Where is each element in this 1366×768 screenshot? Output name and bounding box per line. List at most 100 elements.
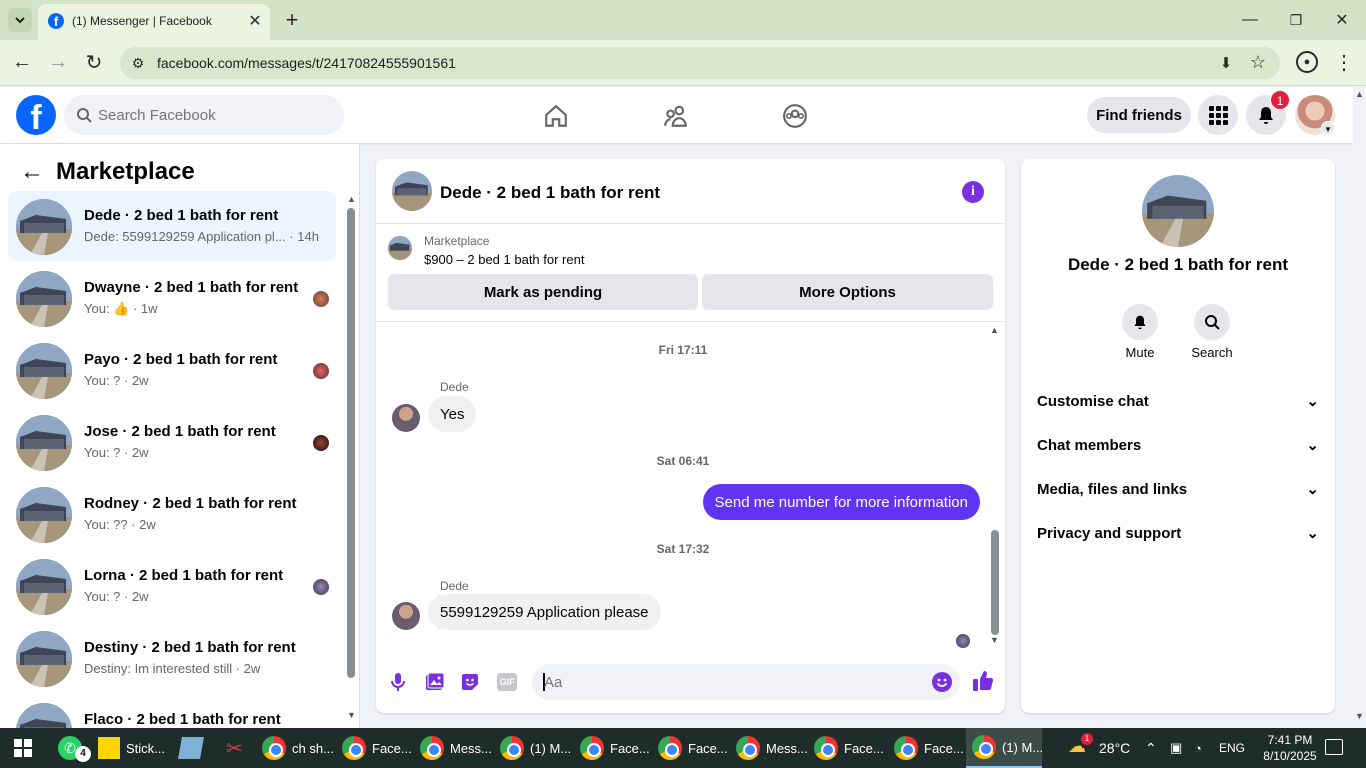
- bookmark-star-icon[interactable]: ☆: [1248, 52, 1268, 72]
- conversation-list-scrollbar[interactable]: ▲ ▼: [346, 194, 356, 724]
- minimize-window-button[interactable]: —: [1238, 8, 1262, 32]
- sender-avatar[interactable]: [392, 404, 420, 432]
- facebook-logo-icon[interactable]: f: [16, 95, 56, 135]
- chat-title[interactable]: Dede · 2 bed 1 bath for rent: [440, 183, 660, 203]
- chat-listing-avatar[interactable]: [392, 171, 432, 211]
- search-icon: [1205, 315, 1220, 330]
- more-options-button[interactable]: More Options: [702, 274, 993, 310]
- conversation-item[interactable]: Flaco · 2 bed 1 bath for rent: [8, 695, 336, 728]
- message-composer[interactable]: [532, 664, 960, 700]
- scroll-down-arrow-icon[interactable]: ▼: [990, 635, 999, 645]
- scroll-up-arrow-icon[interactable]: ▲: [347, 194, 356, 204]
- tray-device-icon[interactable]: ▣: [1170, 728, 1182, 768]
- tray-chevron-up-icon[interactable]: ⌃: [1145, 728, 1157, 768]
- chat-info-avatar[interactable]: [1142, 175, 1214, 247]
- close-window-button[interactable]: ✕: [1330, 8, 1354, 32]
- incoming-message-bubble[interactable]: Yes: [428, 396, 477, 432]
- chrome-icon: [580, 736, 604, 760]
- find-friends-button[interactable]: Find friends: [1087, 97, 1191, 133]
- taskbar-chrome-window[interactable]: Mess...: [736, 728, 808, 768]
- microphone-icon[interactable]: [390, 672, 406, 692]
- scroll-down-arrow-icon[interactable]: ▼: [347, 710, 356, 720]
- incoming-message-bubble[interactable]: 5599129259 Application please: [428, 594, 661, 630]
- new-tab-button[interactable]: +: [280, 7, 304, 32]
- conversation-item[interactable]: Jose · 2 bed 1 bath for rent You: ? · 2w: [8, 407, 336, 477]
- listing-price-title[interactable]: $900 – 2 bed 1 bath for rent: [424, 252, 584, 267]
- mark-as-pending-button[interactable]: Mark as pending: [388, 274, 698, 310]
- search-bar[interactable]: [64, 95, 344, 135]
- scroll-up-arrow-icon[interactable]: ▲: [990, 325, 999, 335]
- mute-label: Mute: [1125, 345, 1155, 360]
- profile-icon[interactable]: ●: [1296, 51, 1318, 73]
- search-input[interactable]: [98, 104, 328, 126]
- search-in-chat-button[interactable]: [1194, 304, 1230, 340]
- friends-icon[interactable]: [663, 103, 689, 129]
- taskbar-chrome-window[interactable]: Mess...: [420, 728, 492, 768]
- browser-menu-icon[interactable]: ⋮: [1334, 50, 1354, 74]
- conversation-preview: You: ? · 2w: [84, 373, 149, 388]
- thumbs-up-send-icon[interactable]: [972, 669, 994, 693]
- temperature[interactable]: 28°C: [1099, 728, 1130, 768]
- wifi-icon[interactable]: ◔: [1194, 728, 1202, 768]
- outgoing-message-bubble[interactable]: Send me number for more information: [702, 484, 980, 520]
- sticker-icon[interactable]: [460, 672, 480, 692]
- taskbar-chrome-window[interactable]: ch sh...: [262, 728, 334, 768]
- search-icon: [77, 108, 92, 123]
- sticky-notes-icon: [98, 737, 120, 759]
- chat-members-section[interactable]: Chat members ⌄: [1037, 433, 1319, 457]
- install-app-icon[interactable]: ⬇: [1216, 53, 1236, 73]
- windows-start-icon[interactable]: [14, 739, 32, 757]
- privacy-support-section[interactable]: Privacy and support ⌄: [1037, 521, 1319, 545]
- taskbar-chrome-window[interactable]: Face...: [580, 728, 650, 768]
- forward-button[interactable]: →: [46, 50, 70, 74]
- browser-tab[interactable]: f (1) Messenger | Facebook ✕: [38, 4, 270, 40]
- address-bar[interactable]: ⚙ facebook.com/messages/t/24170824555901…: [120, 47, 1280, 79]
- back-button[interactable]: ←: [10, 50, 34, 74]
- media-files-links-section[interactable]: Media, files and links ⌄: [1037, 477, 1319, 501]
- customise-chat-section[interactable]: Customise chat ⌄: [1037, 389, 1319, 413]
- reload-button[interactable]: ↻: [82, 50, 106, 74]
- message-timestamp: Fri 17:11: [658, 343, 708, 357]
- messages-scrollbar[interactable]: ▲ ▼: [990, 325, 1000, 647]
- taskbar-app-sticky-notes[interactable]: Stick...: [98, 728, 165, 768]
- scroll-up-arrow-icon[interactable]: ▲: [1355, 89, 1364, 99]
- scrollbar-thumb[interactable]: [991, 530, 999, 635]
- scroll-down-arrow-icon[interactable]: ▼: [1355, 711, 1364, 721]
- taskbar-chrome-window[interactable]: Face...: [894, 728, 964, 768]
- app-icon[interactable]: [178, 737, 204, 759]
- back-arrow-icon[interactable]: ←: [20, 158, 44, 185]
- tab-list-button[interactable]: [8, 8, 32, 32]
- groups-icon[interactable]: [782, 103, 808, 129]
- message-input[interactable]: [544, 671, 914, 693]
- site-info-icon[interactable]: ⚙: [128, 53, 148, 73]
- page-scrollbar[interactable]: ▲ ▼: [1353, 87, 1366, 728]
- notification-center-icon[interactable]: [1325, 739, 1343, 755]
- conversation-item[interactable]: Dede · 2 bed 1 bath for rent Dede: 55991…: [8, 191, 336, 261]
- restore-window-button[interactable]: ❐: [1284, 8, 1308, 32]
- conversation-item[interactable]: Rodney · 2 bed 1 bath for rent You: ?? ·…: [8, 479, 336, 549]
- system-clock[interactable]: 7:41 PM 8/10/2025: [1262, 732, 1318, 764]
- tab-close-icon[interactable]: ✕: [244, 10, 266, 32]
- info-icon[interactable]: i: [962, 181, 984, 203]
- photo-icon[interactable]: [425, 672, 445, 692]
- language-indicator[interactable]: ENG: [1219, 728, 1245, 768]
- conversation-item[interactable]: Dwayne · 2 bed 1 bath for rent You: 👍 · …: [8, 263, 336, 333]
- conversation-item[interactable]: Payo · 2 bed 1 bath for rent You: ? · 2w: [8, 335, 336, 405]
- taskbar-chrome-window-active[interactable]: (1) M...: [966, 728, 1043, 768]
- gif-icon[interactable]: GIF: [497, 673, 517, 691]
- mute-button[interactable]: [1122, 304, 1158, 340]
- conversation-item[interactable]: Destiny · 2 bed 1 bath for rent Destiny:…: [8, 623, 336, 693]
- taskbar-chrome-window[interactable]: Face...: [658, 728, 728, 768]
- panel-title: Marketplace: [56, 158, 195, 185]
- taskbar-chrome-window[interactable]: Face...: [342, 728, 412, 768]
- snipping-tool-icon[interactable]: ✂: [226, 736, 243, 761]
- menu-button[interactable]: [1198, 95, 1238, 135]
- sender-avatar[interactable]: [392, 602, 420, 630]
- conversation-item[interactable]: Lorna · 2 bed 1 bath for rent You: ? · 2…: [8, 551, 336, 621]
- home-icon[interactable]: [543, 103, 569, 129]
- read-receipt-avatar: [313, 579, 329, 595]
- taskbar-chrome-window[interactable]: (1) M...: [500, 728, 571, 768]
- emoji-icon[interactable]: [932, 672, 952, 692]
- taskbar-chrome-window[interactable]: Face...: [814, 728, 884, 768]
- scrollbar-thumb[interactable]: [347, 208, 355, 678]
